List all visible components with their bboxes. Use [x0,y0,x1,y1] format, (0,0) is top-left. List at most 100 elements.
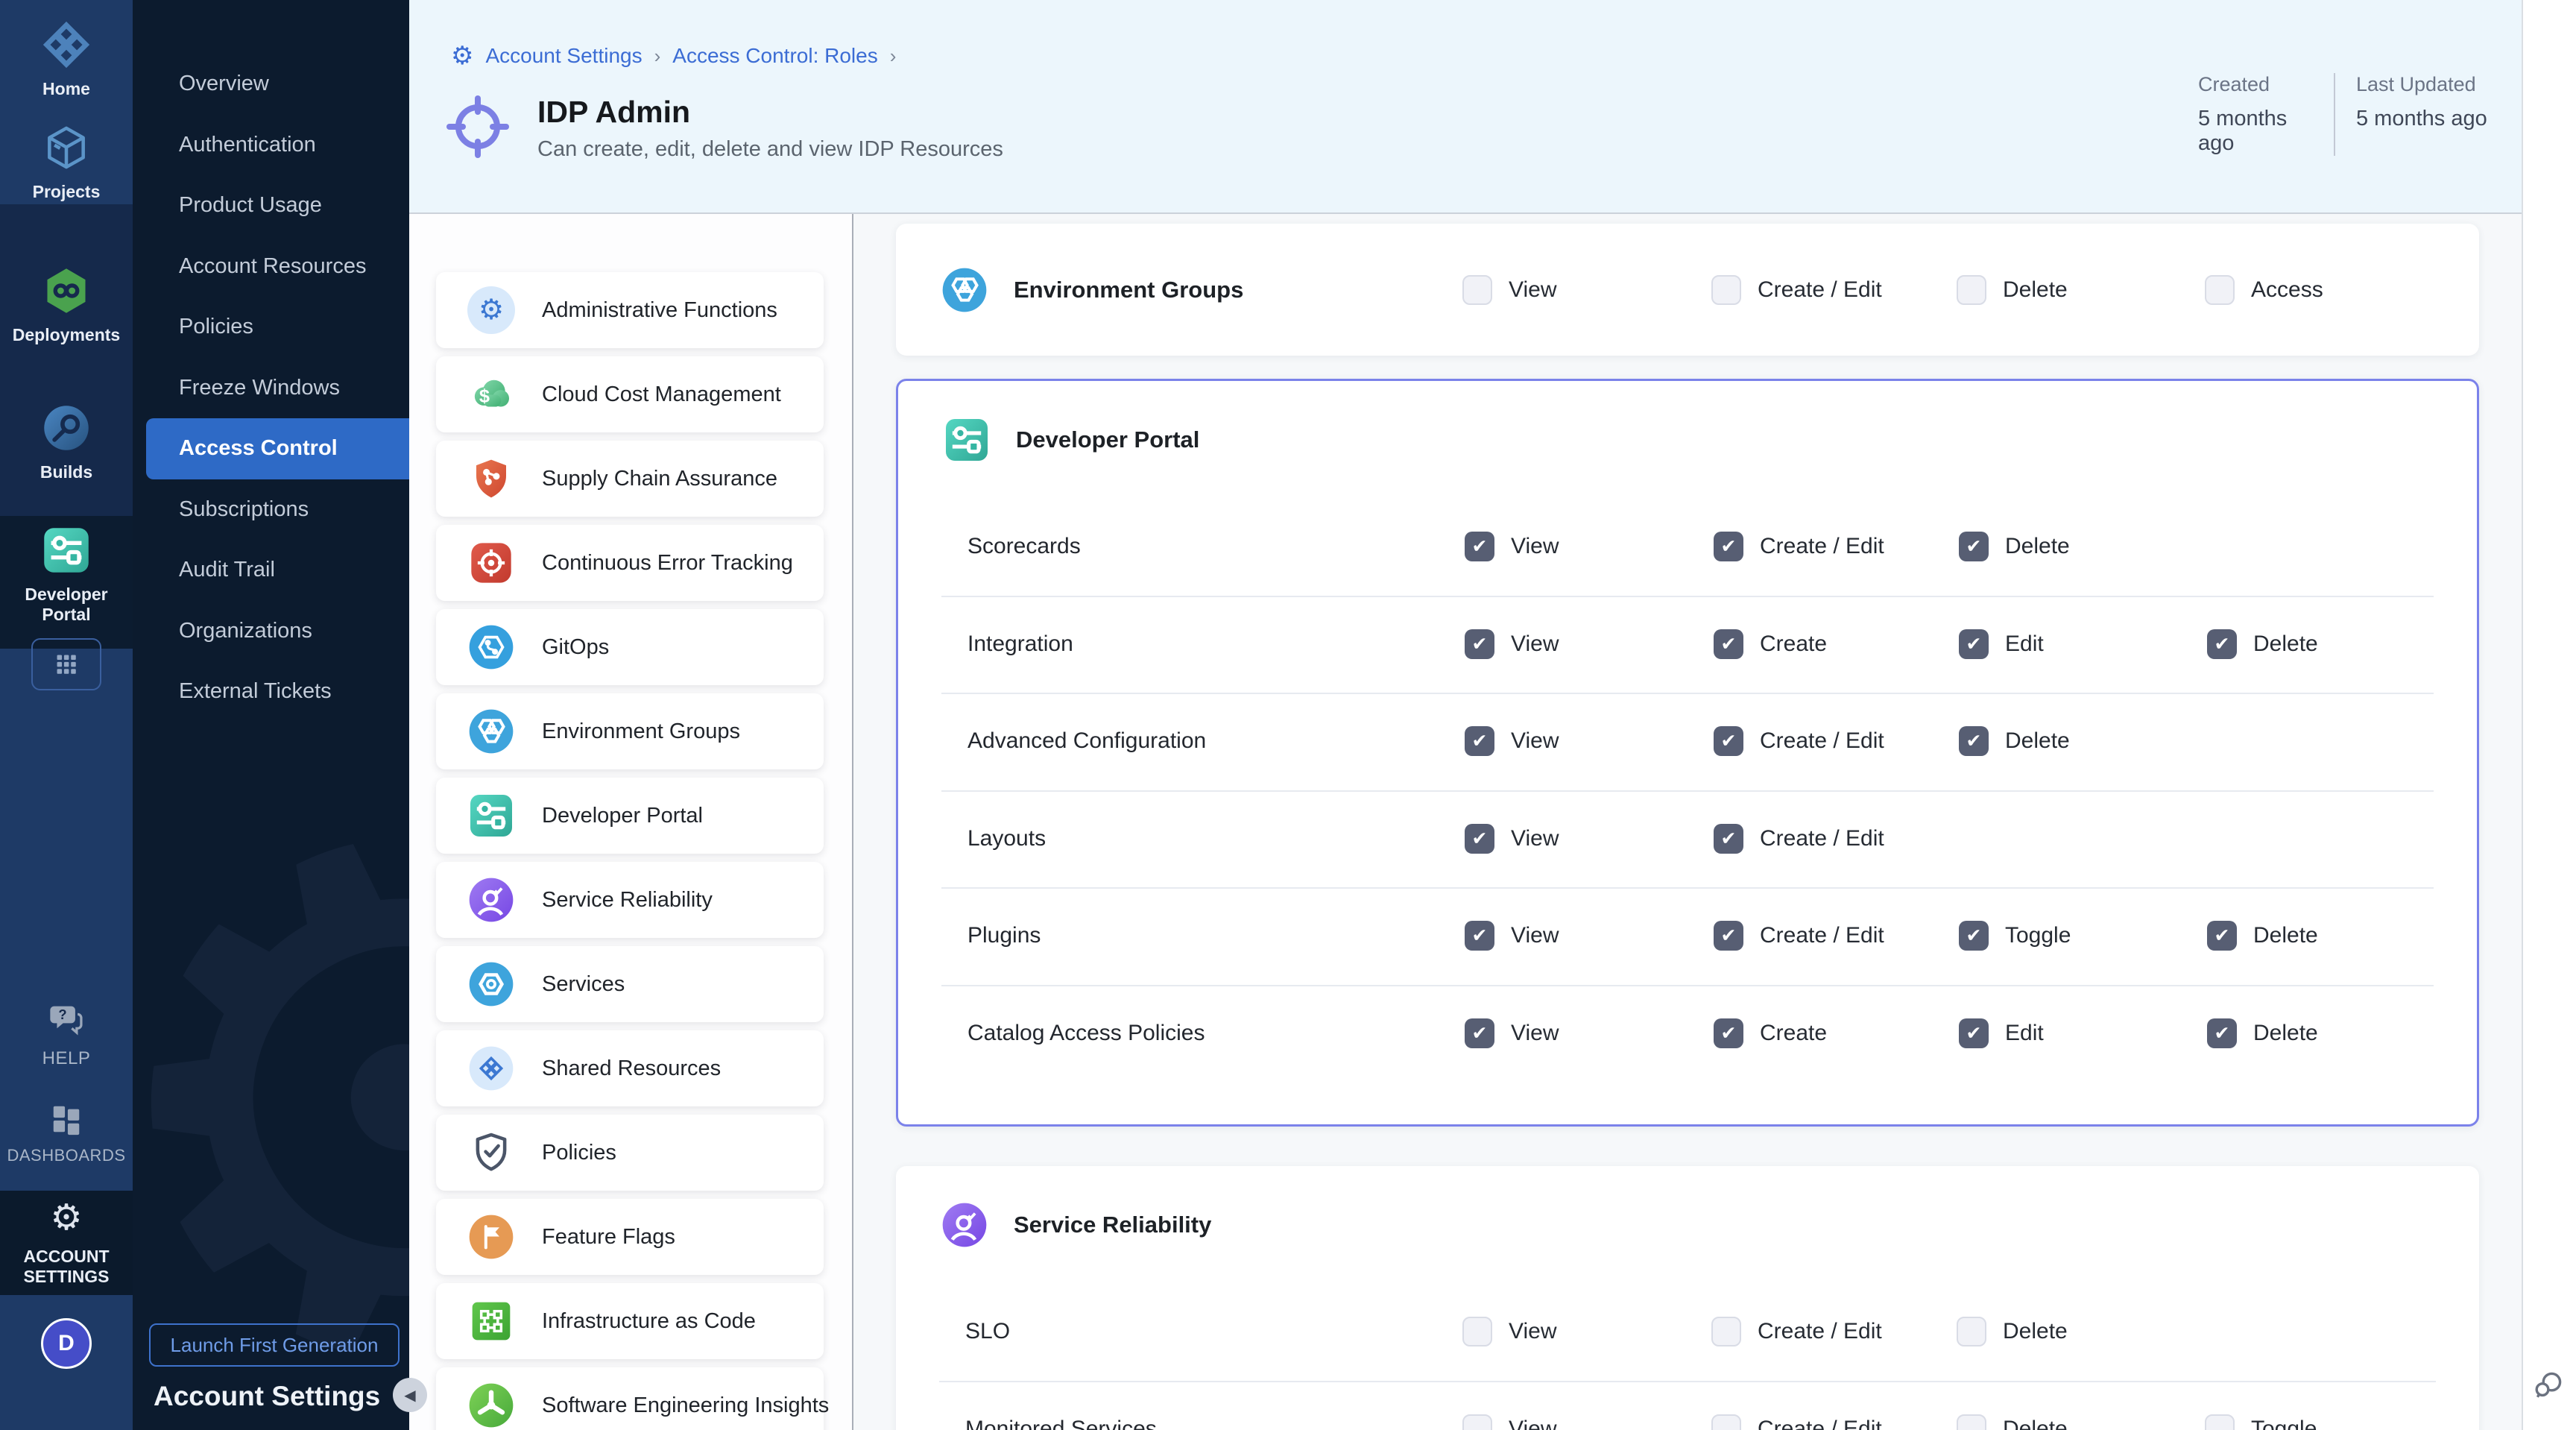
rail-module-developer-portal[interactable]: Developer Portal [0,525,133,625]
checkbox-delete-checked[interactable]: ✔ [2207,629,2237,659]
resource-category-label: Feature Flags [542,1225,675,1250]
sidebar-item-organizations[interactable]: Organizations [133,601,409,662]
resource-category-cloud-cost-management[interactable]: $Cloud Cost Management [436,356,824,432]
checkbox-toggle-checked[interactable]: ✔ [1959,921,1989,951]
gear-icon: ⚙ [47,1199,86,1238]
resource-category-developer-portal[interactable]: Developer Portal [436,778,824,854]
checkbox-toggle-unchecked[interactable] [2205,1414,2235,1430]
permission-delete: ✔Delete [1959,726,2070,756]
checkbox-create-edit-checked[interactable]: ✔ [1714,726,1743,756]
rail-module-builds[interactable]: Builds [0,403,133,482]
checkbox-view-unchecked[interactable] [1462,275,1492,305]
rail-item-help[interactable]: ? HELP [0,1001,133,1068]
breadcrumb-access-control-roles[interactable]: Access Control: Roles [672,44,877,68]
sidebar-item-freeze-windows[interactable]: Freeze Windows [133,358,409,419]
resource-category-label: Continuous Error Tracking [542,551,793,576]
checkbox-create-edit-checked[interactable]: ✔ [1714,921,1743,951]
checkbox-create-edit-checked[interactable]: ✔ [1714,532,1743,561]
permission-create-edit: Create / Edit [1711,1414,1882,1430]
rail-module-deployments[interactable]: Deployments [0,265,133,345]
settings-menu: Overview Authentication Product UsageAccou… [133,54,409,722]
sidebar-collapse-button[interactable]: ◀ [393,1378,427,1412]
sidebar-item-policies[interactable]: Policies [133,297,409,358]
rail-item-account-settings[interactable]: ⚙ ACCOUNT SETTINGS [0,1199,133,1287]
resource-category-administrative-functions[interactable]: ⚙Administrative Functions [436,272,824,348]
sidebar-item-external-tickets[interactable]: External Tickets [133,661,409,722]
checkbox-delete-unchecked[interactable] [1957,275,1986,305]
rail-item-dashboards[interactable]: DASHBOARDS [0,1102,133,1165]
resource-category-label: Infrastructure as Code [542,1309,756,1334]
supply-chain-icon [467,455,515,503]
resource-category-supply-chain-assurance[interactable]: Supply Chain Assurance [436,441,824,517]
checkbox-delete-checked[interactable]: ✔ [1959,726,1989,756]
help-chat-icon: ? [47,1001,86,1039]
checkbox-delete-checked[interactable]: ✔ [2207,921,2237,951]
resource-category-service-reliability[interactable]: Service Reliability [436,862,824,938]
permission-view: View [1462,1414,1556,1430]
checkbox-create-edit-unchecked[interactable] [1711,1414,1741,1430]
user-avatar[interactable]: D [41,1318,92,1369]
sidebar-item-overview[interactable]: Overview [133,54,409,115]
sidebar-item-product-usage[interactable]: Product Usage [133,175,409,236]
resource-category-policies[interactable]: Policies [436,1115,824,1191]
checkbox-view-checked[interactable]: ✔ [1465,532,1494,561]
resource-category-list: ⚙Administrative Functions $Cloud Cost Man… [436,272,824,1430]
resource-category-shared-resources[interactable]: Shared Resources [436,1030,824,1106]
checkbox-delete-unchecked[interactable] [1957,1414,1986,1430]
checkbox-view-checked[interactable]: ✔ [1465,629,1494,659]
resource-category-services[interactable]: Services [436,946,824,1022]
permission-label: Edit [2005,1021,2044,1046]
permission-view: ✔View [1465,1018,1559,1048]
checkbox-create-edit-unchecked[interactable] [1711,275,1741,305]
checkbox-view-unchecked[interactable] [1462,1317,1492,1346]
checkbox-edit-checked[interactable]: ✔ [1959,1018,1989,1048]
checkbox-edit-checked[interactable]: ✔ [1959,629,1989,659]
service-reliability-icon [941,1201,988,1249]
checkbox-view-checked[interactable]: ✔ [1465,1018,1494,1048]
permission-view: ✔View [1465,921,1559,951]
permission-label: View [1511,631,1559,657]
checkbox-delete-checked[interactable]: ✔ [2207,1018,2237,1048]
sidebar-item-access-control[interactable]: Access Control [146,418,409,479]
checkbox-delete-unchecked[interactable] [1957,1317,1986,1346]
rail-item-account-settings-label: ACCOUNT SETTINGS [18,1247,115,1287]
resource-category-label: Shared Resources [542,1056,721,1081]
checkbox-view-checked[interactable]: ✔ [1465,726,1494,756]
section-title: Developer Portal [1016,426,1199,453]
rail-module-home[interactable]: Home [0,19,133,99]
sidebar-item-audit-trail[interactable]: Audit Trail [133,540,409,601]
permission-row-label: Integration [967,631,1073,657]
resource-category-software-engineering-insights[interactable]: Software Engineering Insights [436,1367,824,1430]
permission-view: ✔ View [1465,629,1559,659]
checkbox-access-unchecked[interactable] [2205,275,2235,305]
sidebar-item-authentication[interactable]: Authentication [133,115,409,176]
developer-portal-icon [943,416,991,464]
resource-category-feature-flags[interactable]: Feature Flags [436,1199,824,1275]
permission-section-environment-groups: Environment GroupsViewCreate / EditDelet… [896,224,2479,356]
breadcrumb-account-settings[interactable]: Account Settings [485,44,642,68]
launch-first-generation-button[interactable]: Launch First Generation [149,1323,400,1367]
resource-category-gitops[interactable]: GitOps [436,609,824,685]
rail-module-projects[interactable]: Projects [0,122,133,202]
sidebar-item-label: Authentication [179,133,316,157]
checkbox-create-checked[interactable]: ✔ [1714,1018,1743,1048]
support-chat-icon[interactable] [2531,1367,2566,1403]
resource-category-infrastructure-as-code[interactable]: Infrastructure as Code [436,1283,824,1359]
sidebar-item-subscriptions[interactable]: Subscriptions [133,479,409,541]
checkbox-view-checked[interactable]: ✔ [1465,921,1494,951]
checkbox-create-edit-unchecked[interactable] [1711,1317,1741,1346]
grid-icon [54,652,79,677]
resource-category-label: Developer Portal [542,804,703,828]
checkbox-create-checked[interactable]: ✔ [1714,629,1743,659]
checkbox-view-checked[interactable]: ✔ [1465,824,1494,854]
checkbox-create-edit-checked[interactable]: ✔ [1714,824,1743,854]
checkbox-delete-checked[interactable]: ✔ [1959,532,1989,561]
permission-row-integration: Integration✔View✔Create✔Edit✔Delete [898,596,2477,693]
checkbox-view-unchecked[interactable] [1462,1414,1492,1430]
permission-label: Create / Edit [1760,826,1884,851]
sidebar-item-account-resources[interactable]: Account Resources [133,236,409,297]
module-switcher-button[interactable] [31,638,101,690]
section-rows: Scorecards✔View✔Create / Edit✔DeleteInte… [898,498,2477,1124]
resource-category-environment-groups[interactable]: Environment Groups [436,693,824,769]
resource-category-continuous-error-tracking[interactable]: Continuous Error Tracking [436,525,824,601]
